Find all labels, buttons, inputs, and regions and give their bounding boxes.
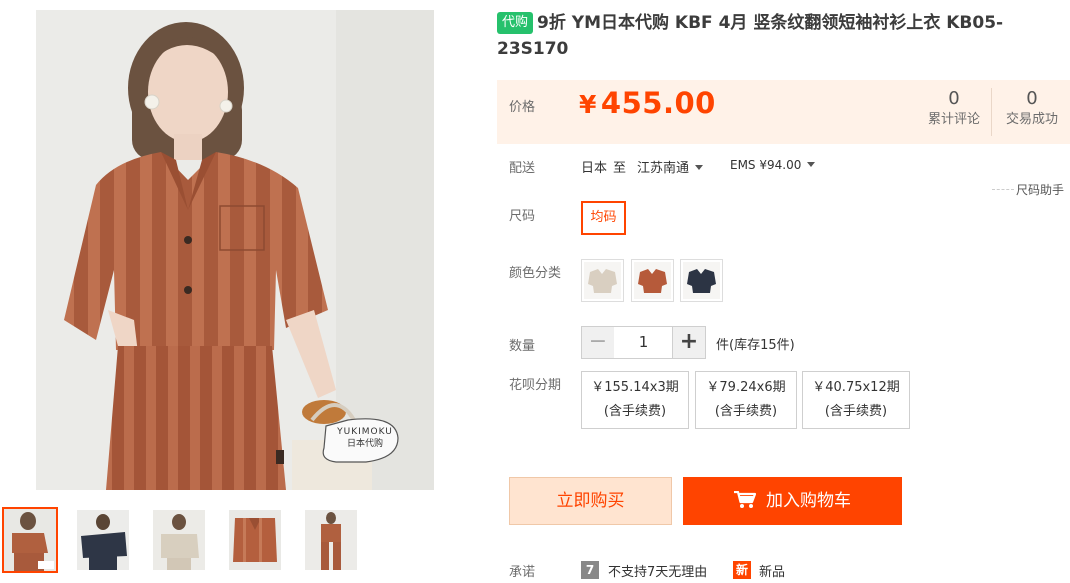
installment-amount: ￥79.24x6期 bbox=[706, 380, 786, 395]
installment-option-6[interactable]: ￥79.24x6期 (含手续费) bbox=[695, 371, 797, 429]
daigou-tag: 代购 bbox=[497, 12, 534, 34]
price-value: ¥455.00 bbox=[579, 86, 716, 120]
promise-label: 承诺 bbox=[509, 565, 536, 580]
ship-method: EMS ¥94.00 bbox=[730, 158, 802, 172]
chevron-down-icon bbox=[695, 165, 704, 170]
color-label: 颜色分类 bbox=[509, 266, 562, 281]
color-swatch-navy[interactable] bbox=[680, 259, 723, 302]
installment-amount: ￥155.14x3期 bbox=[591, 380, 679, 395]
watermark-line-2: 日本代购 bbox=[346, 439, 383, 449]
sales-count: 0 bbox=[1026, 88, 1038, 109]
size-helper-link[interactable]: 尺码助手 bbox=[1016, 181, 1064, 198]
quantity-increase-button[interactable]: + bbox=[672, 326, 706, 359]
watermark-line-1: YUKIMOKU bbox=[337, 427, 393, 437]
thumbnail-2[interactable] bbox=[77, 510, 129, 570]
ship-destination-select[interactable]: 江苏南通 bbox=[637, 157, 704, 176]
review-count: 0 bbox=[948, 88, 960, 109]
ship-method-select[interactable]: EMS ¥94.00 bbox=[730, 158, 816, 172]
promise-no-7day: 不支持7天无理由 bbox=[608, 565, 708, 580]
color-swatch-brown[interactable] bbox=[631, 259, 674, 302]
sales-count-stat: 0 交易成功 bbox=[997, 88, 1067, 130]
quantity-input[interactable]: 1 bbox=[614, 326, 673, 359]
color-swatch-beige[interactable] bbox=[581, 259, 624, 302]
size-label: 尺码 bbox=[509, 209, 536, 224]
add-to-cart-button[interactable]: 加入购物车 bbox=[683, 477, 902, 525]
installment-label: 花呗分期 bbox=[509, 378, 562, 393]
installment-fee: (含手续费) bbox=[824, 404, 888, 419]
product-title: 代购 9折 YM日本代购 KBF 4月 竖条纹翻领短袖衬衫上衣 KB05-23S1… bbox=[497, 10, 1069, 62]
review-count-label: 累计评论 bbox=[927, 112, 980, 127]
main-product-image[interactable]: YUKIMOKU 日本代购 bbox=[36, 10, 434, 490]
product-title-text: 9折 YM日本代购 KBF 4月 竖条纹翻领短袖衬衫上衣 KB05-23S170 bbox=[497, 13, 1004, 59]
installment-fee: (含手续费) bbox=[603, 404, 667, 419]
ship-destination: 江苏南通 bbox=[637, 161, 690, 176]
installment-option-12[interactable]: ￥40.75x12期 (含手续费) bbox=[802, 371, 910, 429]
thumbnail-4[interactable] bbox=[229, 510, 281, 570]
shipping-label: 配送 bbox=[509, 161, 536, 176]
ship-from: 日本 bbox=[581, 161, 608, 176]
quantity-label: 数量 bbox=[509, 339, 536, 354]
price-amount: 455.00 bbox=[600, 86, 716, 120]
review-count-stat[interactable]: 0 累计评论 bbox=[919, 88, 989, 130]
thumbnail-5[interactable] bbox=[305, 510, 357, 570]
thumbnail-3[interactable] bbox=[153, 510, 205, 570]
ship-to-word: 至 bbox=[613, 161, 627, 176]
sales-count-label: 交易成功 bbox=[1005, 112, 1058, 127]
thumbnail-1[interactable] bbox=[2, 507, 58, 573]
price-box: 价格 ¥455.00 0 累计评论 0 交易成功 bbox=[497, 80, 1070, 144]
promise-new-product: 新品 bbox=[759, 565, 786, 580]
size-option-onesize[interactable]: 均码 bbox=[581, 201, 626, 235]
stat-divider bbox=[991, 88, 992, 136]
chevron-down-icon bbox=[807, 162, 816, 167]
add-to-cart-label: 加入购物车 bbox=[766, 491, 851, 511]
quantity-decrease-button[interactable]: − bbox=[581, 326, 615, 359]
currency-symbol: ¥ bbox=[579, 90, 597, 119]
new-product-icon: 新 bbox=[733, 561, 751, 579]
cart-icon bbox=[734, 480, 757, 528]
installment-fee: (含手续费) bbox=[714, 404, 778, 419]
buy-now-button[interactable]: 立即购买 bbox=[509, 477, 672, 525]
divider bbox=[992, 189, 1014, 190]
seven-day-return-icon: 7 bbox=[581, 561, 599, 579]
stock-text: 件(库存15件) bbox=[716, 338, 795, 353]
installment-option-3[interactable]: ￥155.14x3期 (含手续费) bbox=[581, 371, 689, 429]
price-label: 价格 bbox=[509, 100, 536, 115]
photo-watermark: YUKIMOKU 日本代购 bbox=[328, 426, 402, 450]
installment-amount: ￥40.75x12期 bbox=[812, 380, 900, 395]
